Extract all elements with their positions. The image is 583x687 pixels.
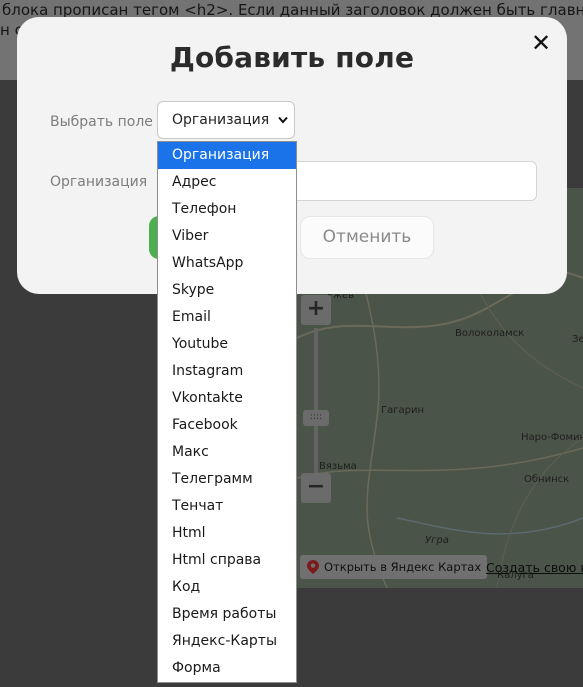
- dropdown-option[interactable]: Яндекс-Карты: [158, 628, 296, 655]
- dropdown-option[interactable]: Код: [158, 574, 296, 601]
- dropdown-option[interactable]: Телеграмм: [158, 466, 296, 493]
- dropdown-option[interactable]: Html: [158, 520, 296, 547]
- select-value: Организация: [172, 112, 270, 128]
- map-city-label: Зе: [572, 334, 583, 345]
- dropdown-option[interactable]: Время работы: [158, 601, 296, 628]
- dropdown-option[interactable]: Skype: [158, 277, 296, 304]
- organization-field-label: Организация: [50, 174, 148, 190]
- select-field-label: Выбрать поле: [50, 114, 153, 130]
- map-pin-icon: [307, 560, 319, 574]
- dropdown-option[interactable]: Email: [158, 304, 296, 331]
- chevron-down-icon: [278, 116, 288, 124]
- cancel-button[interactable]: Отменить: [300, 216, 434, 259]
- dropdown-option[interactable]: Html справа: [158, 547, 296, 574]
- dropdown-option[interactable]: Vkontakte: [158, 385, 296, 412]
- map-city-label: Волоколамск: [455, 328, 525, 339]
- dropdown-option[interactable]: Организация: [158, 142, 296, 169]
- modal-title: Добавить поле: [169, 41, 415, 74]
- create-map-link[interactable]: Создать свою ка: [486, 560, 583, 575]
- map-zoom-out-button[interactable]: −: [301, 473, 331, 503]
- map-zoom-track[interactable]: [314, 328, 318, 478]
- map-zoom-in-button[interactable]: +: [301, 295, 331, 325]
- dropdown-option[interactable]: Адрес: [158, 169, 296, 196]
- map-city-label: Наро-Фомин: [521, 432, 583, 443]
- dropdown-option[interactable]: Тенчат: [158, 493, 296, 520]
- open-in-yandex-maps-link[interactable]: Открыть в Яндекс Картах: [300, 555, 488, 579]
- dropdown-option[interactable]: Макс: [158, 439, 296, 466]
- dropdown-option[interactable]: Youtube: [158, 331, 296, 358]
- dropdown-option[interactable]: Instagram: [158, 358, 296, 385]
- dropdown-option[interactable]: WhatsApp: [158, 250, 296, 277]
- dropdown-option[interactable]: Телефон: [158, 196, 296, 223]
- map-city-label: Вязьма: [319, 461, 357, 472]
- open-link-label: Открыть в Яндекс Картах: [324, 560, 482, 574]
- map-city-label: Угра: [425, 535, 449, 546]
- close-icon[interactable]: ✕: [529, 29, 553, 57]
- dropdown-option[interactable]: Viber: [158, 223, 296, 250]
- field-type-dropdown-list[interactable]: Организация Адрес Телефон Viber WhatsApp Skyp…: [157, 141, 297, 683]
- dropdown-option[interactable]: Facebook: [158, 412, 296, 439]
- dropdown-option[interactable]: Форма: [158, 655, 296, 682]
- map-city-label: Обнинск: [524, 474, 570, 485]
- map-zoom-handle[interactable]: ::::: [303, 410, 329, 426]
- map-city-label: Гагарин: [381, 405, 424, 416]
- field-type-select[interactable]: Организация: [157, 101, 295, 139]
